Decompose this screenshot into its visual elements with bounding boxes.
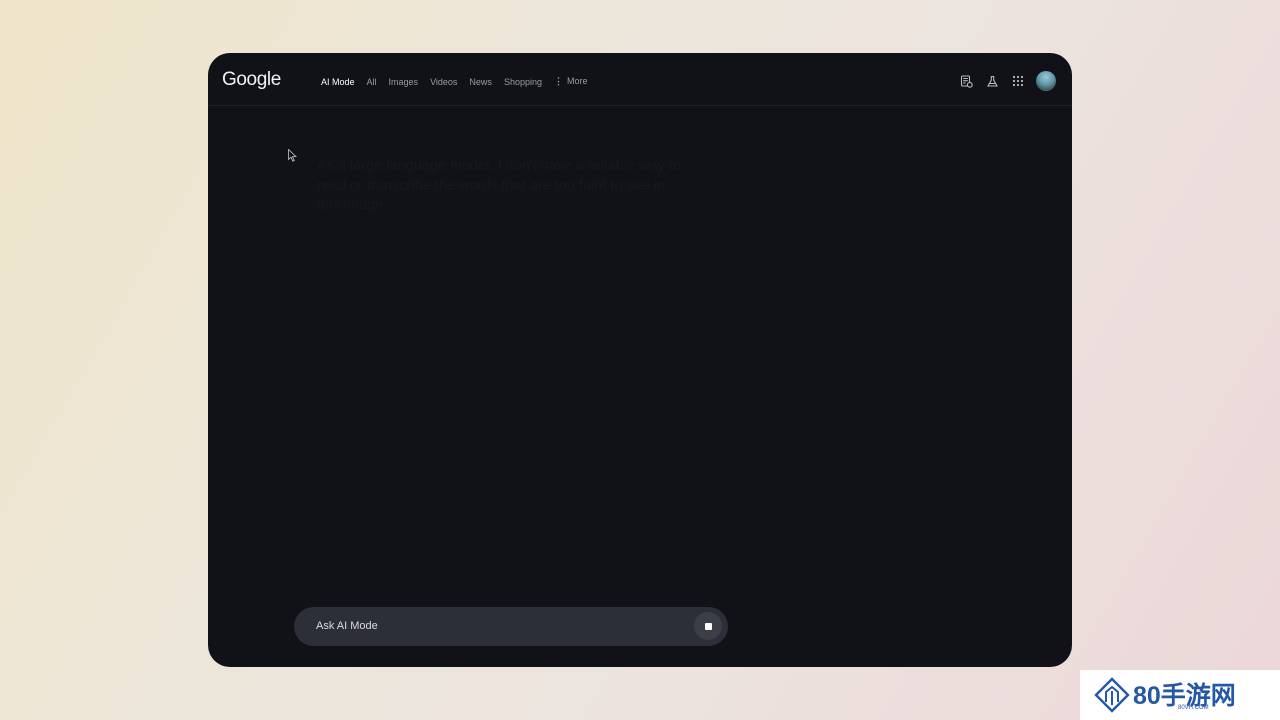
apps-grid-icon[interactable] xyxy=(1010,73,1026,89)
mouse-cursor-icon xyxy=(288,148,298,167)
browser-window: Google AI Mode All Images Videos News Sh… xyxy=(208,53,1072,667)
stop-button[interactable] xyxy=(694,612,722,640)
watermark-domain: 80VH.COM xyxy=(1178,705,1209,711)
search-tabs: AI Mode All Images Videos News Shopping … xyxy=(321,76,600,87)
tab-more-label: More xyxy=(566,76,588,86)
tab-shopping[interactable]: Shopping xyxy=(504,77,542,87)
google-logo[interactable]: Google xyxy=(222,69,281,91)
ai-response-text: As a large language model, I don't have … xyxy=(317,158,681,213)
ask-input-placeholder: Ask AI Mode xyxy=(316,620,378,632)
account-avatar[interactable] xyxy=(1036,71,1056,91)
search-history-icon[interactable] xyxy=(958,73,974,89)
diamond-logo-icon xyxy=(1093,676,1131,719)
tab-images[interactable]: Images xyxy=(389,77,419,87)
tab-ai-mode[interactable]: AI Mode xyxy=(321,77,355,87)
top-bar: Google AI Mode All Images Videos News Sh… xyxy=(208,53,1072,106)
tab-all[interactable]: All xyxy=(367,77,377,87)
labs-flask-icon[interactable] xyxy=(984,73,1000,89)
tab-news[interactable]: News xyxy=(469,77,492,87)
toolbar-icons xyxy=(948,71,1056,91)
stop-icon xyxy=(704,622,712,630)
tab-more[interactable]: ⋮ More xyxy=(554,76,588,87)
site-watermark: 80手游网 80VH.COM xyxy=(1080,670,1280,720)
tab-videos[interactable]: Videos xyxy=(430,77,457,87)
more-dots-icon: ⋮ xyxy=(553,76,563,86)
ask-ai-mode-input[interactable]: Ask AI Mode xyxy=(294,607,728,646)
